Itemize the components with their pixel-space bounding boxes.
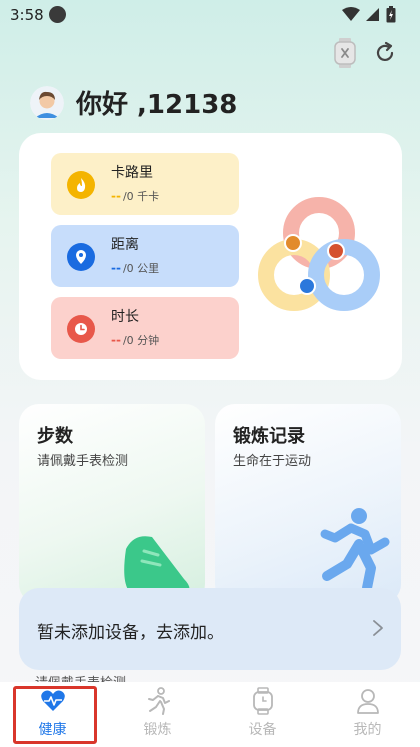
ring-flame-icon (284, 234, 302, 252)
metric-value: --/0 千卡 (111, 189, 160, 203)
greeting-text: 你好 ,12138 (76, 90, 238, 120)
nav-label: 锻炼 (143, 722, 172, 738)
metric-duration[interactable]: 时长 --/0 分钟 (51, 297, 239, 359)
workout-record-tile[interactable]: 锻炼记录 生命在于运动 (215, 404, 401, 604)
nav-health[interactable]: 健康 (0, 682, 105, 747)
add-device-banner[interactable]: 暂未添加设备，去添加。 (19, 588, 401, 670)
avatar[interactable] (30, 85, 64, 120)
activity-rings (258, 197, 380, 311)
chevron-right-icon (373, 620, 383, 636)
steps-tile[interactable]: 步数 请佩戴手表检测 (19, 404, 205, 604)
metric-label: 卡路里 (111, 165, 153, 181)
steps-subtitle: 请佩戴手表检测 (37, 454, 129, 469)
wifi-icon (342, 7, 360, 21)
steps-hint-obscured: 请佩戴手表检测 (35, 672, 185, 682)
nav-label: 健康 (38, 722, 67, 738)
metric-label: 时长 (111, 309, 139, 325)
battery-icon (386, 6, 396, 23)
heart-pulse-icon (39, 687, 67, 715)
running-icon (144, 687, 172, 715)
workout-title: 锻炼记录 (233, 426, 305, 447)
status-icons (342, 6, 396, 23)
nav-label: 我的 (353, 722, 382, 738)
refresh-icon (376, 41, 394, 62)
signal-icon (366, 8, 379, 21)
metric-distance[interactable]: 距离 --/0 公里 (51, 225, 239, 287)
flame-icon (67, 171, 95, 199)
metric-label: 距离 (111, 237, 139, 253)
metric-value: --/0 公里 (111, 261, 160, 275)
clock-icon (67, 315, 95, 343)
ring-clock-icon (327, 242, 345, 260)
status-time: 3:58 (10, 6, 44, 24)
nav-profile[interactable]: 我的 (315, 682, 420, 747)
avatar-icon (30, 85, 64, 120)
nav-workout[interactable]: 锻炼 (105, 682, 210, 747)
person-icon (354, 687, 382, 715)
top-actions (332, 38, 398, 68)
watch-icon (249, 687, 277, 715)
location-pin-icon (67, 243, 95, 271)
nav-label: 设备 (248, 722, 277, 738)
bottom-nav: 健康 锻炼 设备 我的 (0, 682, 420, 747)
runner-icon (320, 508, 390, 593)
ring-pin-icon (298, 277, 316, 295)
activity-summary-card[interactable]: 卡路里 --/0 千卡 距离 --/0 公里 时长 --/0 分钟 (19, 133, 402, 380)
add-device-text: 暂未添加设备，去添加。 (37, 623, 224, 643)
watch-disconnected-button[interactable] (332, 38, 358, 68)
greeting: 你好 ,12138 (30, 84, 237, 121)
metric-value: --/0 分钟 (111, 333, 160, 347)
nav-device[interactable]: 设备 (210, 682, 315, 747)
workout-subtitle: 生命在于运动 (233, 454, 312, 469)
refresh-button[interactable] (372, 38, 398, 68)
watch-disconnected-icon (334, 38, 356, 68)
steps-title: 步数 (37, 426, 73, 447)
notification-dot-icon (49, 6, 66, 23)
status-bar: 3:58 (0, 0, 420, 30)
metric-calories[interactable]: 卡路里 --/0 千卡 (51, 153, 239, 215)
